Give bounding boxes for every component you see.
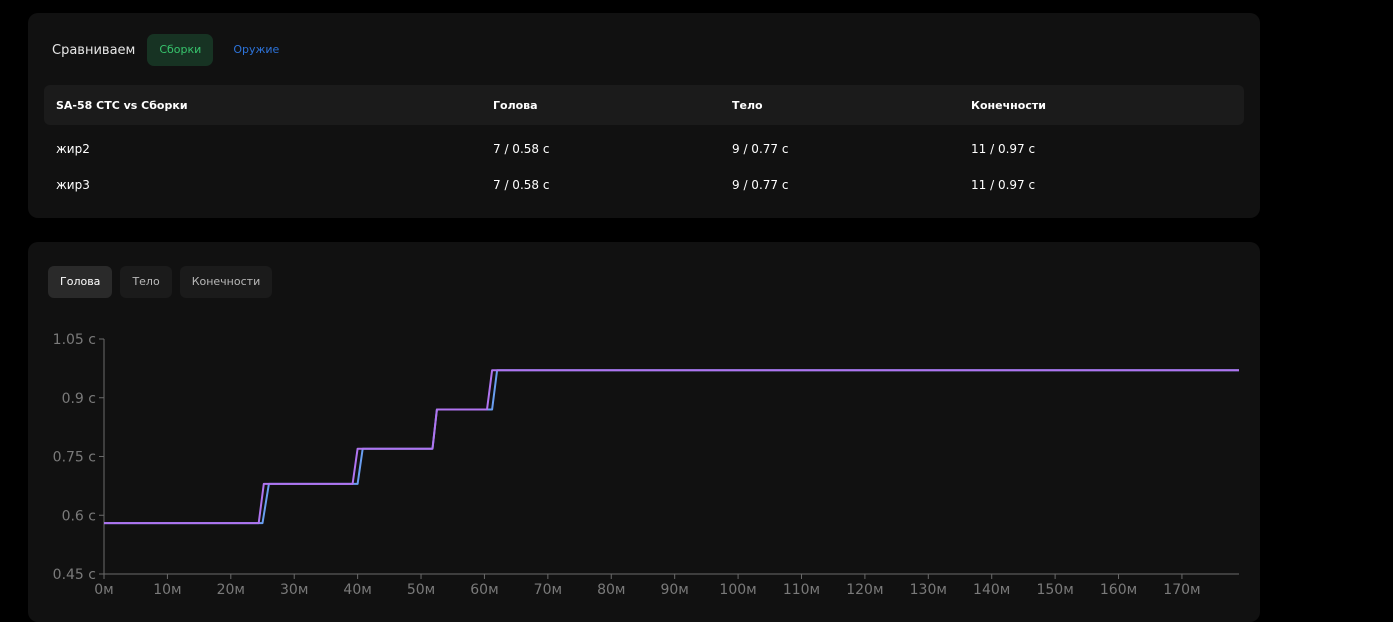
header-weapon-vs-builds: SA-58 СТС vs Сборки [56, 99, 188, 112]
x-tick-label: 50м [407, 582, 435, 598]
series-line [104, 369, 1239, 525]
tab-builds[interactable]: Сборки [147, 34, 214, 66]
series-line [104, 369, 1239, 525]
table-row: жир2 7 / 0.58 с 9 / 0.77 с 11 / 0.97 с [44, 130, 1244, 166]
x-tick-label: 80м [597, 582, 625, 598]
row-head-value: 7 / 0.58 с [493, 178, 550, 192]
table-header: SA-58 СТС vs Сборки Голова Тело Конечнос… [44, 85, 1244, 125]
row-build-name: жир3 [56, 178, 90, 192]
compare-label: Сравниваем [52, 42, 136, 58]
header-head: Голова [493, 99, 538, 112]
x-tick-label: 0м [94, 582, 113, 598]
x-tick-label: 130м [910, 582, 947, 598]
row-limbs-value: 11 / 0.97 с [971, 142, 1036, 156]
x-tick-label: 60м [470, 582, 498, 598]
y-tick-label: 1.05 с [53, 332, 96, 348]
header-limbs: Конечности [971, 99, 1046, 112]
x-tick-label: 150м [1036, 582, 1073, 598]
row-body-value: 9 / 0.77 с [732, 178, 789, 192]
x-tick-label: 20м [217, 582, 245, 598]
x-tick-label: 40м [343, 582, 371, 598]
x-tick-label: 70м [534, 582, 562, 598]
chart-card: Голова Тело Конечности 0.45 с 0.6 с 0.75 с… [28, 242, 1260, 622]
row-build-name: жир2 [56, 142, 90, 156]
compare-card: Сравниваем Сборки Оружие SA-58 СТС vs Сб… [28, 13, 1260, 218]
x-tick-label: 120м [846, 582, 883, 598]
x-tick-label: 160м [1100, 582, 1137, 598]
x-tick-label: 140м [973, 582, 1010, 598]
y-tick-label: 0.75 с [53, 450, 96, 466]
row-body-value: 9 / 0.77 с [732, 142, 789, 156]
y-tick-label: 0.9 с [62, 391, 96, 407]
table-row: жир3 7 / 0.58 с 9 / 0.77 с 11 / 0.97 с [44, 166, 1244, 202]
tab-weapons[interactable]: Оружие [221, 34, 291, 66]
x-tick-label: 10м [153, 582, 181, 598]
x-tick-label: 170м [1163, 582, 1200, 598]
row-limbs-value: 11 / 0.97 с [971, 178, 1036, 192]
x-tick-label: 100м [719, 582, 756, 598]
x-tick-label: 90м [660, 582, 688, 598]
row-head-value: 7 / 0.58 с [493, 142, 550, 156]
x-tick-label: 30м [280, 582, 308, 598]
y-tick-label: 0.6 с [62, 508, 96, 524]
time-to-kill-chart: 0.45 с 0.6 с 0.75 с 0.9 с 1.05 с 0м 10м 20м 30м 4… [53, 332, 1239, 598]
header-body: Тело [732, 99, 763, 112]
x-tick-label: 110м [783, 582, 820, 598]
compare-header: Сравниваем Сборки Оружие [52, 34, 291, 66]
y-tick-label: 0.45 с [53, 567, 96, 583]
